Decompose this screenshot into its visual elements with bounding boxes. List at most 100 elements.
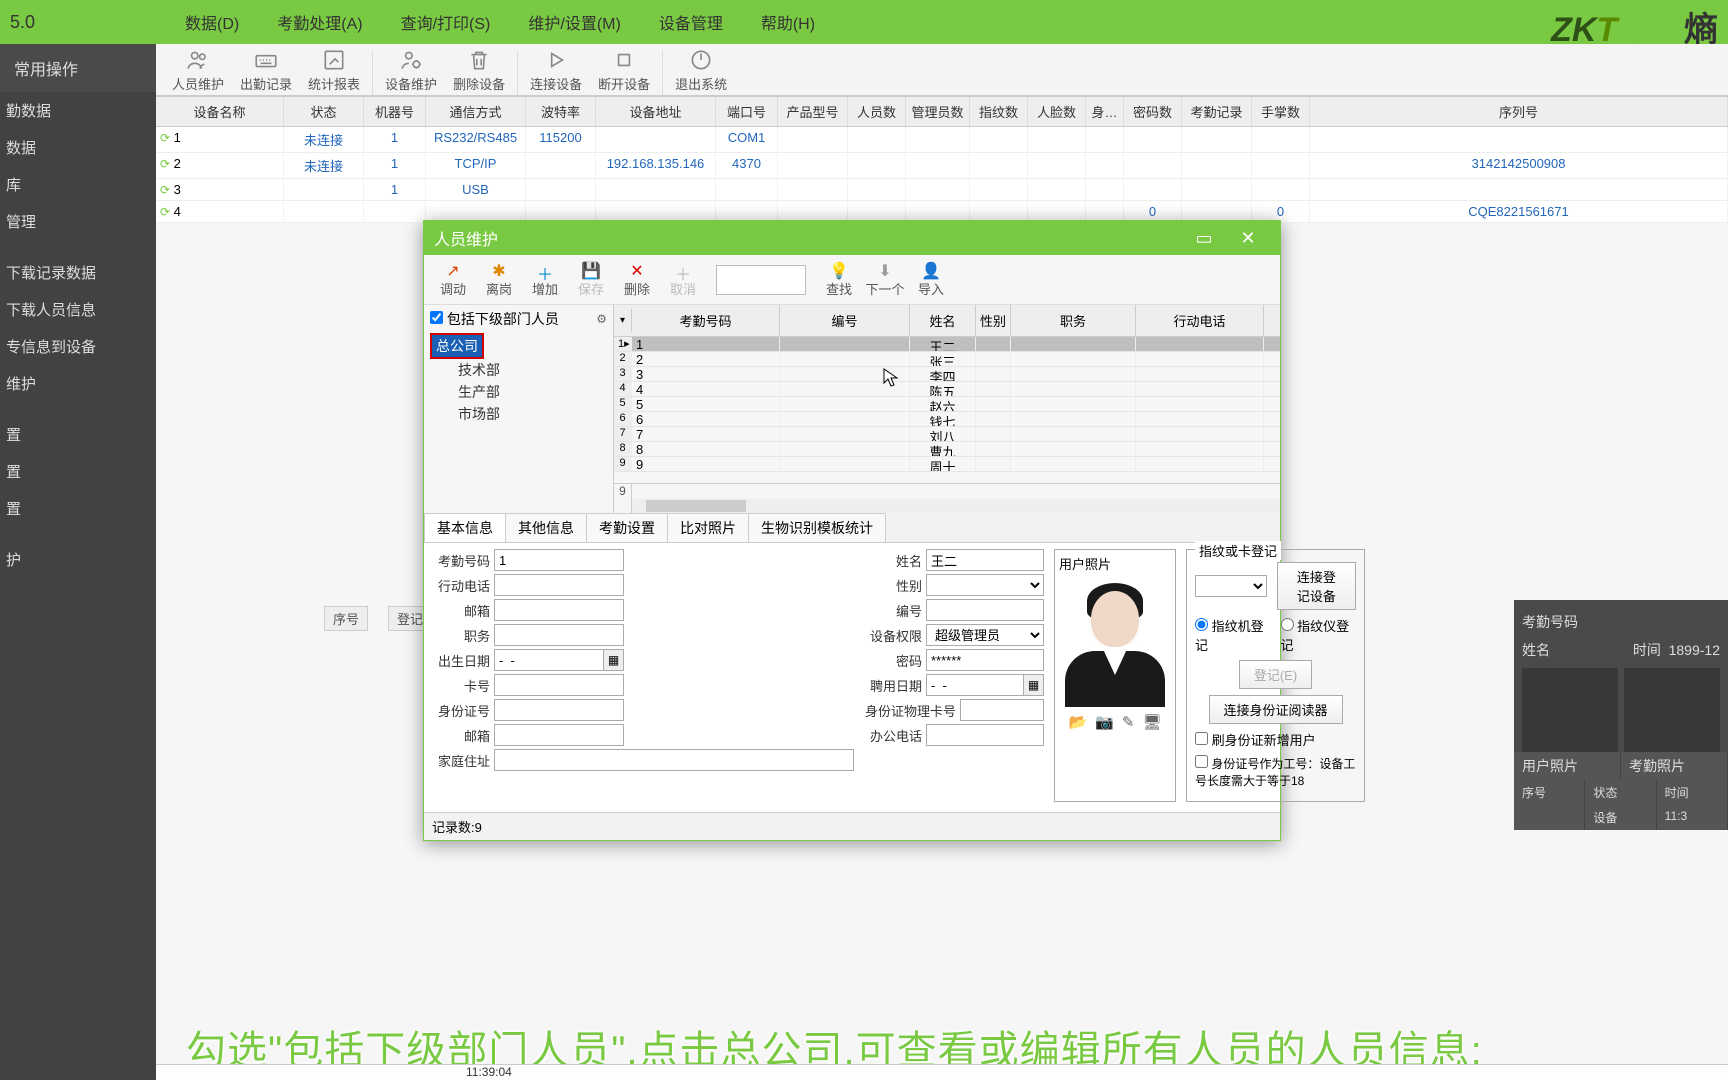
dialog-search-input[interactable] bbox=[716, 265, 806, 295]
tab-other[interactable]: 其他信息 bbox=[505, 513, 587, 542]
person-row[interactable]: 4 4 陈五 bbox=[614, 382, 1280, 397]
phone-input[interactable] bbox=[494, 574, 624, 596]
device-row[interactable]: ⟳ 1 未连接 1 RS232/RS485 115200 COM1 bbox=[156, 127, 1728, 153]
tb-disconnect[interactable]: 断开设备 bbox=[590, 45, 658, 95]
edit-icon[interactable]: ✎ bbox=[1122, 713, 1135, 731]
maximize-button[interactable]: ▭ bbox=[1182, 221, 1226, 255]
menu-help[interactable]: 帮助(H) bbox=[761, 10, 815, 34]
tab-basic[interactable]: 基本信息 bbox=[424, 513, 506, 542]
dialog-tb-查找[interactable]: 💡查找 bbox=[816, 259, 862, 300]
sidebar-item[interactable]: 置 bbox=[0, 416, 156, 453]
h-scrollbar[interactable] bbox=[632, 499, 1280, 513]
sidebar-item[interactable]: 勤数据 bbox=[0, 92, 156, 129]
sidebar-item[interactable]: 下载人员信息 bbox=[0, 291, 156, 328]
menu-bar: 数据(D) 考勤处理(A) 查询/打印(S) 维护/设置(M) 设备管理 帮助(… bbox=[185, 10, 815, 34]
tb-deldev[interactable]: 删除设备 bbox=[445, 45, 513, 95]
swipe-new-checkbox[interactable]: 刷身份证新增用户 bbox=[1195, 730, 1316, 749]
person-row[interactable]: 6 6 钱七 bbox=[614, 412, 1280, 427]
calendar-icon[interactable]: ▦ bbox=[604, 649, 624, 671]
tab-photo[interactable]: 比对照片 bbox=[667, 513, 749, 542]
dialog-tb-调动[interactable]: ↗调动 bbox=[430, 259, 476, 300]
device-row[interactable]: ⟳ 2 未连接 1 TCP/IP 192.168.135.146 4370 31… bbox=[156, 153, 1728, 179]
menu-device[interactable]: 设备管理 bbox=[659, 10, 723, 34]
menu-query[interactable]: 查询/打印(S) bbox=[401, 10, 491, 34]
tab-bio[interactable]: 生物识别模板统计 bbox=[748, 513, 886, 542]
person-row[interactable]: 5 5 赵六 bbox=[614, 397, 1280, 412]
mail-input[interactable] bbox=[494, 599, 624, 621]
tb-personnel[interactable]: 人员维护 bbox=[164, 45, 232, 95]
device-icon[interactable]: 🖥 bbox=[1142, 713, 1161, 731]
pwd-input[interactable] bbox=[926, 649, 1044, 671]
id-input[interactable] bbox=[494, 699, 624, 721]
attno-input[interactable] bbox=[494, 549, 624, 571]
idcard-input[interactable] bbox=[960, 699, 1044, 721]
tab-att[interactable]: 考勤设置 bbox=[586, 513, 668, 542]
sidebar-item[interactable]: 护 bbox=[0, 541, 156, 578]
keyboard-icon bbox=[253, 47, 279, 73]
tree-options-icon[interactable]: ⚙ bbox=[596, 312, 607, 326]
close-button[interactable]: ✕ bbox=[1226, 221, 1270, 255]
personnel-dialog: 人员维护 ▭ ✕ ↗调动✱离岗＋增加💾保存✕删除＋取消 💡查找⬇下一个👤导入 包括… bbox=[423, 220, 1281, 841]
tree-node[interactable]: 市场部 bbox=[458, 403, 607, 425]
menu-attendance[interactable]: 考勤处理(A) bbox=[277, 10, 362, 34]
mail2-input[interactable] bbox=[494, 724, 624, 746]
birth-input[interactable] bbox=[494, 649, 604, 671]
dialog-tb-导入[interactable]: 👤导入 bbox=[908, 259, 954, 300]
hire-input[interactable] bbox=[926, 674, 1024, 696]
dialog-tb-删除[interactable]: ✕删除 bbox=[614, 259, 660, 300]
fp-machine-radio[interactable]: 指纹机登记 bbox=[1195, 616, 1271, 654]
dialog-tb-离岗[interactable]: ✱离岗 bbox=[476, 259, 522, 300]
job-input[interactable] bbox=[494, 624, 624, 646]
calendar-icon[interactable]: ▦ bbox=[1024, 674, 1044, 696]
dialog-tb-保存[interactable]: 💾保存 bbox=[568, 259, 614, 300]
name-input[interactable] bbox=[926, 549, 1044, 571]
fp-select[interactable] bbox=[1195, 575, 1267, 597]
fp-scanner-radio[interactable]: 指纹仪登记 bbox=[1281, 616, 1357, 654]
office-input[interactable] bbox=[926, 724, 1044, 746]
menu-maintain[interactable]: 维护/设置(M) bbox=[528, 10, 620, 34]
person-row[interactable]: 8 8 曹九 bbox=[614, 442, 1280, 457]
sidebar-title: 常用操作 bbox=[0, 44, 156, 92]
include-sub-checkbox[interactable]: 包括下级部门人员 bbox=[430, 309, 559, 329]
id-reader-button[interactable]: 连接身份证阅读器 bbox=[1209, 695, 1343, 724]
sidebar-item[interactable]: 管理 bbox=[0, 203, 156, 240]
code-input[interactable] bbox=[926, 599, 1044, 621]
tb-devmaint[interactable]: 设备维护 bbox=[377, 45, 445, 95]
sidebar-item[interactable]: 库 bbox=[0, 166, 156, 203]
dialog-tb-取消[interactable]: ＋取消 bbox=[660, 259, 706, 300]
dialog-tb-增加[interactable]: ＋增加 bbox=[522, 259, 568, 300]
perm-select[interactable]: 超级管理员 bbox=[926, 624, 1044, 646]
register-button[interactable]: 登记(E) bbox=[1239, 660, 1312, 689]
tree-node[interactable]: 技术部 bbox=[458, 359, 607, 381]
connect-device-button[interactable]: 连接登记设备 bbox=[1277, 562, 1356, 610]
sex-select[interactable] bbox=[926, 574, 1044, 596]
card-input[interactable] bbox=[494, 674, 624, 696]
device-row[interactable]: ⟳ 3 1 USB bbox=[156, 179, 1728, 201]
id-as-empno-checkbox[interactable]: 身份证号作为工号：设备工号长度需大于等于18 bbox=[1195, 755, 1356, 789]
sidebar-item[interactable]: 专信息到设备 bbox=[0, 328, 156, 365]
sidebar-item[interactable]: 维护 bbox=[0, 365, 156, 402]
camera-icon[interactable]: 📷 bbox=[1095, 713, 1114, 731]
tree-root[interactable]: 总公司 bbox=[430, 333, 607, 359]
sidebar-item[interactable]: 置 bbox=[0, 490, 156, 527]
tb-report[interactable]: 统计报表 bbox=[300, 45, 368, 95]
dialog-titlebar[interactable]: 人员维护 ▭ ✕ bbox=[424, 221, 1280, 255]
sidebar: 常用操作 勤数据 数据 库 管理 下载记录数据 下载人员信息 专信息到设备 维护… bbox=[0, 44, 156, 1080]
sidebar-item[interactable]: 数据 bbox=[0, 129, 156, 166]
person-row[interactable]: 9 9 周十 bbox=[614, 457, 1280, 472]
person-row[interactable]: 1▸ 1 王二 bbox=[614, 337, 1280, 352]
menu-data[interactable]: 数据(D) bbox=[185, 10, 239, 34]
tb-exit[interactable]: 退出系统 bbox=[667, 45, 735, 95]
sidebar-item[interactable]: 置 bbox=[0, 453, 156, 490]
addr-input[interactable] bbox=[494, 749, 854, 771]
person-row[interactable]: 7 7 刘八 bbox=[614, 427, 1280, 442]
person-row[interactable]: 3 3 李四 bbox=[614, 367, 1280, 382]
dialog-tb-下一个[interactable]: ⬇下一个 bbox=[862, 259, 908, 300]
person-row[interactable]: 2 2 张三 bbox=[614, 352, 1280, 367]
open-icon[interactable]: 📂 bbox=[1069, 713, 1088, 731]
dialog-title: 人员维护 bbox=[434, 226, 498, 250]
tree-node[interactable]: 生产部 bbox=[458, 381, 607, 403]
tb-connect[interactable]: 连接设备 bbox=[522, 45, 590, 95]
tb-records[interactable]: 出勤记录 bbox=[232, 45, 300, 95]
sidebar-item[interactable]: 下载记录数据 bbox=[0, 254, 156, 291]
